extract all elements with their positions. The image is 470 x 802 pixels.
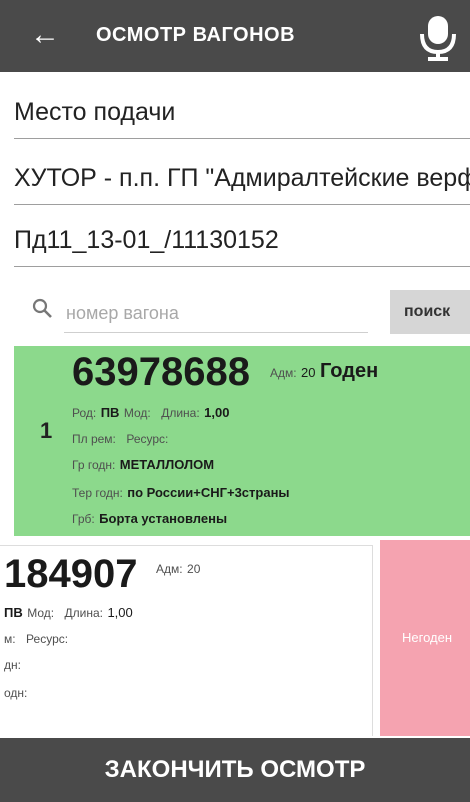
wagon-adm: Адм: 20 (156, 562, 201, 576)
microphone-icon[interactable] (416, 12, 460, 62)
wagon-status: Годен (319, 360, 379, 382)
wagon-cargo-row: дн: (4, 658, 21, 672)
wagon-number-input[interactable] (64, 294, 368, 333)
place-label-field[interactable]: Место подачи (14, 98, 470, 139)
top-app-bar: ← ОСМОТР ВАГОНОВ (0, 0, 470, 72)
document-field[interactable]: Пд11_13-01_/11130152 (14, 226, 470, 267)
wagon-type-row: Род: ПВ Мод: Длина: 1,00 (72, 405, 230, 420)
wagon-cargo-row: Гр годн: МЕТАЛЛОЛОМ (72, 457, 215, 472)
wagon-territory-row: Тер годн: по России+СНГ+3страны (72, 485, 290, 500)
search-row: поиск (0, 284, 470, 340)
search-icon (32, 298, 52, 318)
wagon-card[interactable]: 1 63978688 Адм: 20 Годен Род: ПВ Мод: Дл… (14, 346, 470, 536)
wagon-adm-status: Адм: 20 Годен (270, 360, 379, 382)
wagon-repair-row: м: Ресурс: (4, 632, 69, 646)
arrow-left-icon[interactable]: ← (30, 20, 60, 50)
location-field[interactable]: ХУТОР - п.п. ГП "Адмиралтейские верф (14, 164, 470, 205)
wagon-number: 184907 (4, 552, 138, 596)
wagon-index: 1 (40, 418, 53, 443)
page-title: ОСМОТР ВАГОНОВ (96, 24, 296, 46)
wagon-territory-row: одн: (4, 686, 28, 700)
finish-inspection-button[interactable]: ЗАКОНЧИТЬ ОСМОТР (0, 738, 470, 802)
wagon-board-row: Грб: Борта установлены (72, 511, 228, 526)
search-button[interactable]: поиск (390, 290, 470, 334)
wagon-repair-row: Пл рем: Ресурс: (72, 432, 169, 446)
wagon-card[interactable]: 184907 Адм: 20 ПВ Мод: Длина: 1,00 м: Ре… (0, 545, 373, 736)
wagon-number: 63978688 (72, 350, 250, 394)
unfit-status-action[interactable]: Негоден (380, 540, 470, 736)
unfit-status-label: Негоден (402, 630, 453, 645)
wagon-type-row: ПВ Мод: Длина: 1,00 (4, 605, 133, 620)
